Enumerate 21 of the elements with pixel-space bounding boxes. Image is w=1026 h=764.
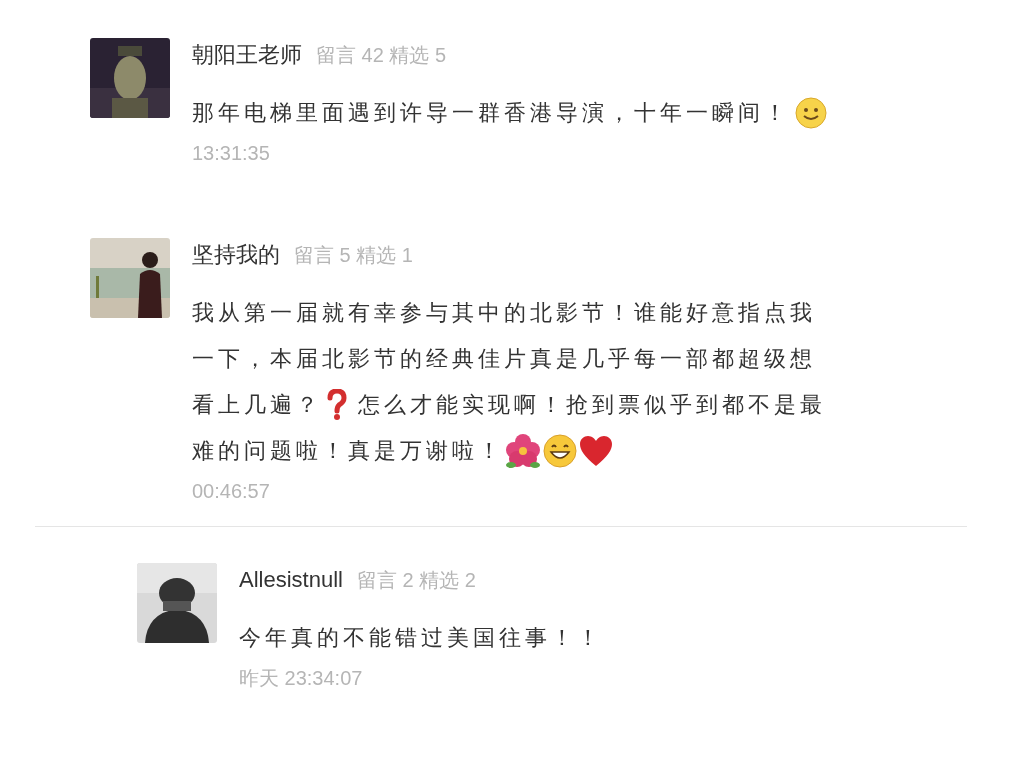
smiley-icon <box>794 96 828 130</box>
comment-time: 00:46:57 <box>192 479 271 504</box>
comment-text: 看上几遍？ <box>192 391 322 419</box>
user-name: 坚持我的 <box>192 241 280 269</box>
comment-time: 昨天 23:34:07 <box>239 666 364 691</box>
comment-text: 我从第一届就有幸参与其中的北影节！谁能好意指点我 <box>192 299 816 327</box>
user-name: 朝阳王老师 <box>192 41 302 69</box>
user-name: Allesistnull <box>239 566 343 594</box>
comment-time: 13:31:35 <box>192 141 271 166</box>
comment-text: 今年真的不能错过美国往事！！ <box>239 624 603 652</box>
comment-text: 怎么才能实现啊！抢到票似乎到都不是最 <box>358 391 826 419</box>
flower-icon <box>504 432 542 470</box>
heart-icon <box>578 434 614 468</box>
comment-text: 那年电梯里面遇到许导一群香港导演，十年一瞬间！ <box>192 99 790 127</box>
comment-stats: 留言 2 精选 2 <box>356 568 476 593</box>
comment-text: 难的问题啦！真是万谢啦！ <box>192 437 504 465</box>
comment-stats: 留言 42 精选 5 <box>316 43 447 68</box>
comment-text: 一下，本届北影节的经典佳片真是几乎每一部都超级想 <box>192 345 816 373</box>
comment-stats: 留言 5 精选 1 <box>294 243 413 268</box>
question-mark-icon <box>326 389 348 421</box>
grinning-face-icon <box>542 433 578 469</box>
